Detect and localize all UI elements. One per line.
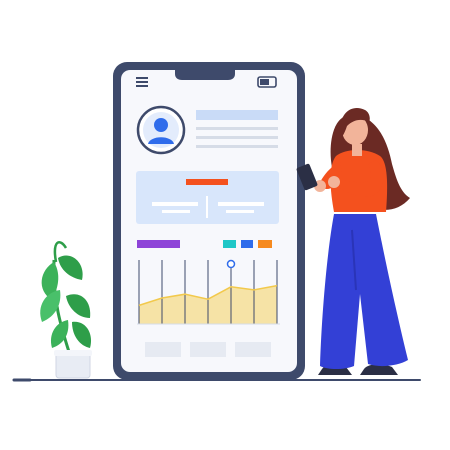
bottom-button-3[interactable] — [235, 342, 271, 357]
legend-swatch-blue — [241, 240, 253, 248]
profile-detail-line — [196, 127, 278, 130]
bottom-buttons — [145, 342, 271, 357]
chart-marker[interactable] — [226, 259, 236, 269]
stats-panel-title-bar — [186, 179, 228, 185]
profile-name-bar — [196, 110, 278, 120]
legend-swatch-teal — [223, 240, 236, 248]
profile-header — [136, 105, 278, 155]
illustration-scene — [0, 0, 450, 450]
stats-divider — [206, 196, 208, 218]
plant-icon — [40, 240, 92, 356]
menu-icon[interactable] — [136, 77, 148, 87]
stats-value-right — [218, 202, 264, 206]
bottom-button-2[interactable] — [190, 342, 226, 357]
woman-figure — [296, 107, 410, 375]
user-avatar-icon[interactable] — [136, 105, 186, 155]
legend-swatch-orange — [258, 240, 272, 248]
plant-pot — [54, 350, 92, 379]
illustration-canvas — [12, 62, 421, 382]
profile-detail-line — [196, 145, 278, 148]
bottom-button-1[interactable] — [145, 342, 181, 357]
profile-detail-line — [196, 136, 278, 139]
stats-value-left — [152, 202, 198, 206]
stats-value-left-sub — [162, 210, 190, 213]
legend-title-bar — [137, 240, 180, 248]
stats-value-right-sub — [226, 210, 254, 213]
stats-panel — [136, 171, 279, 224]
